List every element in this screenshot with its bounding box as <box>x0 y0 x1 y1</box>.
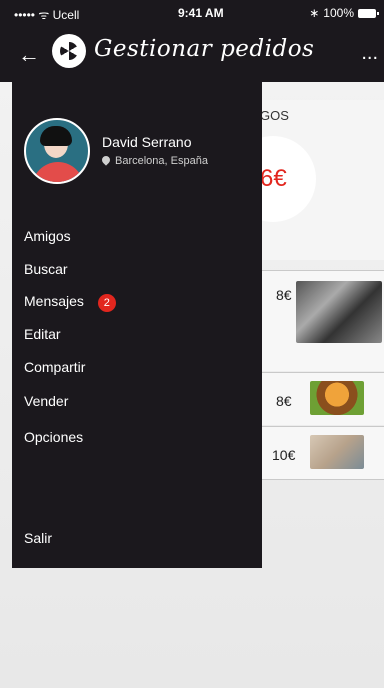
order-row[interactable]: 10€ <box>260 426 384 480</box>
summary-amount: 6€ <box>260 165 287 192</box>
menu-item-vender[interactable]: Vender <box>24 393 68 409</box>
order-price: 8€ <box>276 287 292 303</box>
more-options-icon[interactable]: ... <box>361 42 378 65</box>
order-price: 8€ <box>276 393 292 409</box>
bluetooth-icon: ∗ <box>309 6 320 20</box>
aperture-logo-icon <box>52 34 86 68</box>
menu-item-buscar[interactable]: Buscar <box>24 261 68 277</box>
battery-icon <box>358 8 379 18</box>
menu-item-editar[interactable]: Editar <box>24 326 61 342</box>
menu-item-mensajes[interactable]: Mensajes 2 <box>24 293 116 312</box>
menu-item-label: Amigos <box>24 228 71 244</box>
unread-badge: 2 <box>97 294 116 312</box>
screen: ••••• ᯤ Ucell 9:41 AM ∗ 100% ← Gestionar… <box>0 0 384 688</box>
app-title: Gestionar pedidos <box>94 36 315 62</box>
location-text: Barcelona, España <box>115 155 208 167</box>
battery-indicator: ∗ 100% <box>309 6 379 20</box>
user-location: Barcelona, España <box>100 154 208 167</box>
menu-item-opciones[interactable]: Opciones <box>24 429 83 445</box>
order-price: 10€ <box>272 447 296 463</box>
kitten-thumbnail <box>310 435 364 469</box>
menu-item-compartir[interactable]: Compartir <box>24 359 85 375</box>
menu-item-label: Mensajes <box>24 293 84 309</box>
menu-item-label: Compartir <box>24 359 86 375</box>
order-row[interactable]: 8€ <box>260 372 384 425</box>
location-pin-icon <box>100 154 112 166</box>
avatar-shirt <box>32 162 84 182</box>
menu-item-amigos[interactable]: Amigos <box>24 228 71 244</box>
battery-percent: 100% <box>323 6 354 20</box>
summary-card: GOS 6€ <box>230 100 384 260</box>
status-bar: ••••• ᯤ Ucell 9:41 AM ∗ 100% <box>0 6 384 24</box>
nav-bar: ← Gestionar pedidos ... <box>0 32 384 82</box>
menu-item-salir[interactable]: Salir <box>24 530 52 546</box>
menu-item-label: Buscar <box>24 261 68 277</box>
carrier-label: ••••• ᯤ Ucell <box>14 8 80 22</box>
clock: 9:41 AM <box>178 6 224 20</box>
top-bar: ••••• ᯤ Ucell 9:41 AM ∗ 100% ← Gestionar… <box>0 0 384 82</box>
burger-thumbnail <box>310 381 364 415</box>
menu-item-label: Salir <box>24 530 53 546</box>
avatar[interactable] <box>24 118 90 184</box>
eiffel-tower-thumbnail <box>296 281 382 343</box>
side-drawer: David Serrano Barcelona, España Amigos B… <box>12 82 262 568</box>
order-row[interactable]: 8€ <box>260 270 384 371</box>
menu-item-label: Editar <box>24 326 61 342</box>
back-arrow-icon[interactable]: ← <box>18 42 40 68</box>
menu-item-label: Vender <box>24 393 69 409</box>
summary-label: GOS <box>260 108 289 123</box>
menu-item-label: Opciones <box>24 429 84 445</box>
avatar-hair <box>40 126 72 146</box>
user-name: David Serrano <box>102 134 192 150</box>
